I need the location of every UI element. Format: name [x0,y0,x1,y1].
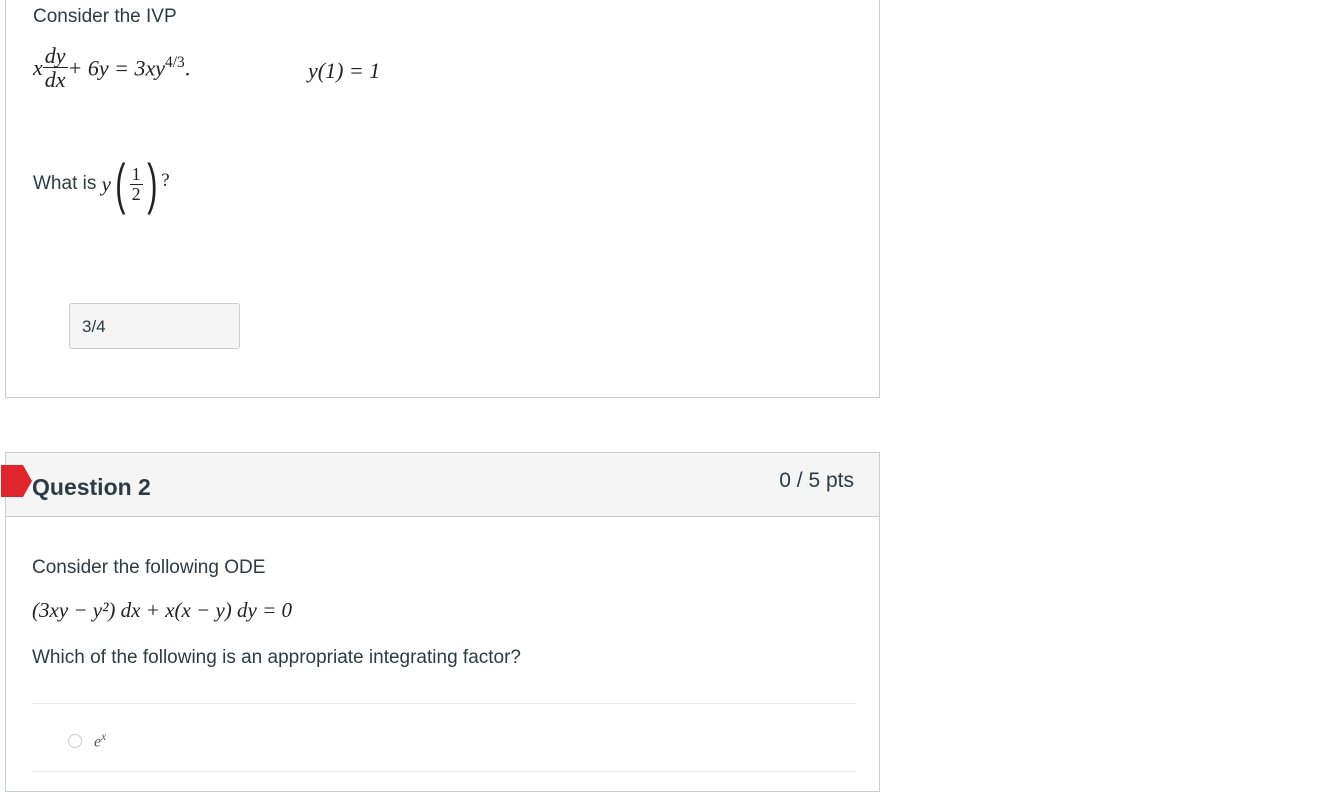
question-1-panel: Consider the IVP x dy dx + 6y = 3xy4/3. … [5,0,880,398]
option-1[interactable]: ex [68,731,106,751]
prompt-frac-den: 2 [131,183,141,204]
ode-intro: Consider the following ODE [32,557,266,578]
answer-input[interactable]: 3/4 [69,303,240,349]
question-2-panel: Question 2 0 / 5 pts Consider the follow… [1,452,880,792]
options-top-divider [32,703,856,704]
ivp-equation: x dy dx + 6y = 3xy4/3. [33,44,190,91]
question-1-prompt: What is y ( 1 2 ) ? [33,156,170,212]
deriv-numerator: dy [42,43,68,69]
right-paren: ) [146,152,158,215]
question-2-points: 0 / 5 pts [779,469,854,492]
deriv-denominator: dx [44,67,66,93]
eq-rhs: + 6y = 3xy4/3. [67,53,191,81]
option-1-label: ex [94,731,107,751]
eq-x: x [33,54,43,80]
ode-equation: (3xy − y²) dx + x(x − y) dy = 0 [32,598,293,622]
incorrect-flag-icon [1,465,32,497]
prompt-frac-num: 1 [129,163,143,185]
ivp-intro: Consider the IVP [33,6,177,27]
derivative-fraction: dy dx [42,43,68,93]
option-1-radio[interactable] [68,734,82,749]
question-2-prompt: Which of the following is an appropriate… [32,647,521,668]
prompt-fraction: 1 2 [129,163,143,204]
initial-condition: y(1) = 1 [308,58,381,83]
prompt-suffix: ? [161,170,170,191]
question-2-title: Question 2 [32,474,151,500]
eq-exponent: 4/3 [165,53,185,71]
question-2-header: Question 2 0 / 5 pts [1,453,879,517]
option-divider [32,771,856,772]
left-paren: ( [115,152,126,215]
prompt-var: y [101,171,111,196]
prompt-prefix: What is [33,173,102,194]
